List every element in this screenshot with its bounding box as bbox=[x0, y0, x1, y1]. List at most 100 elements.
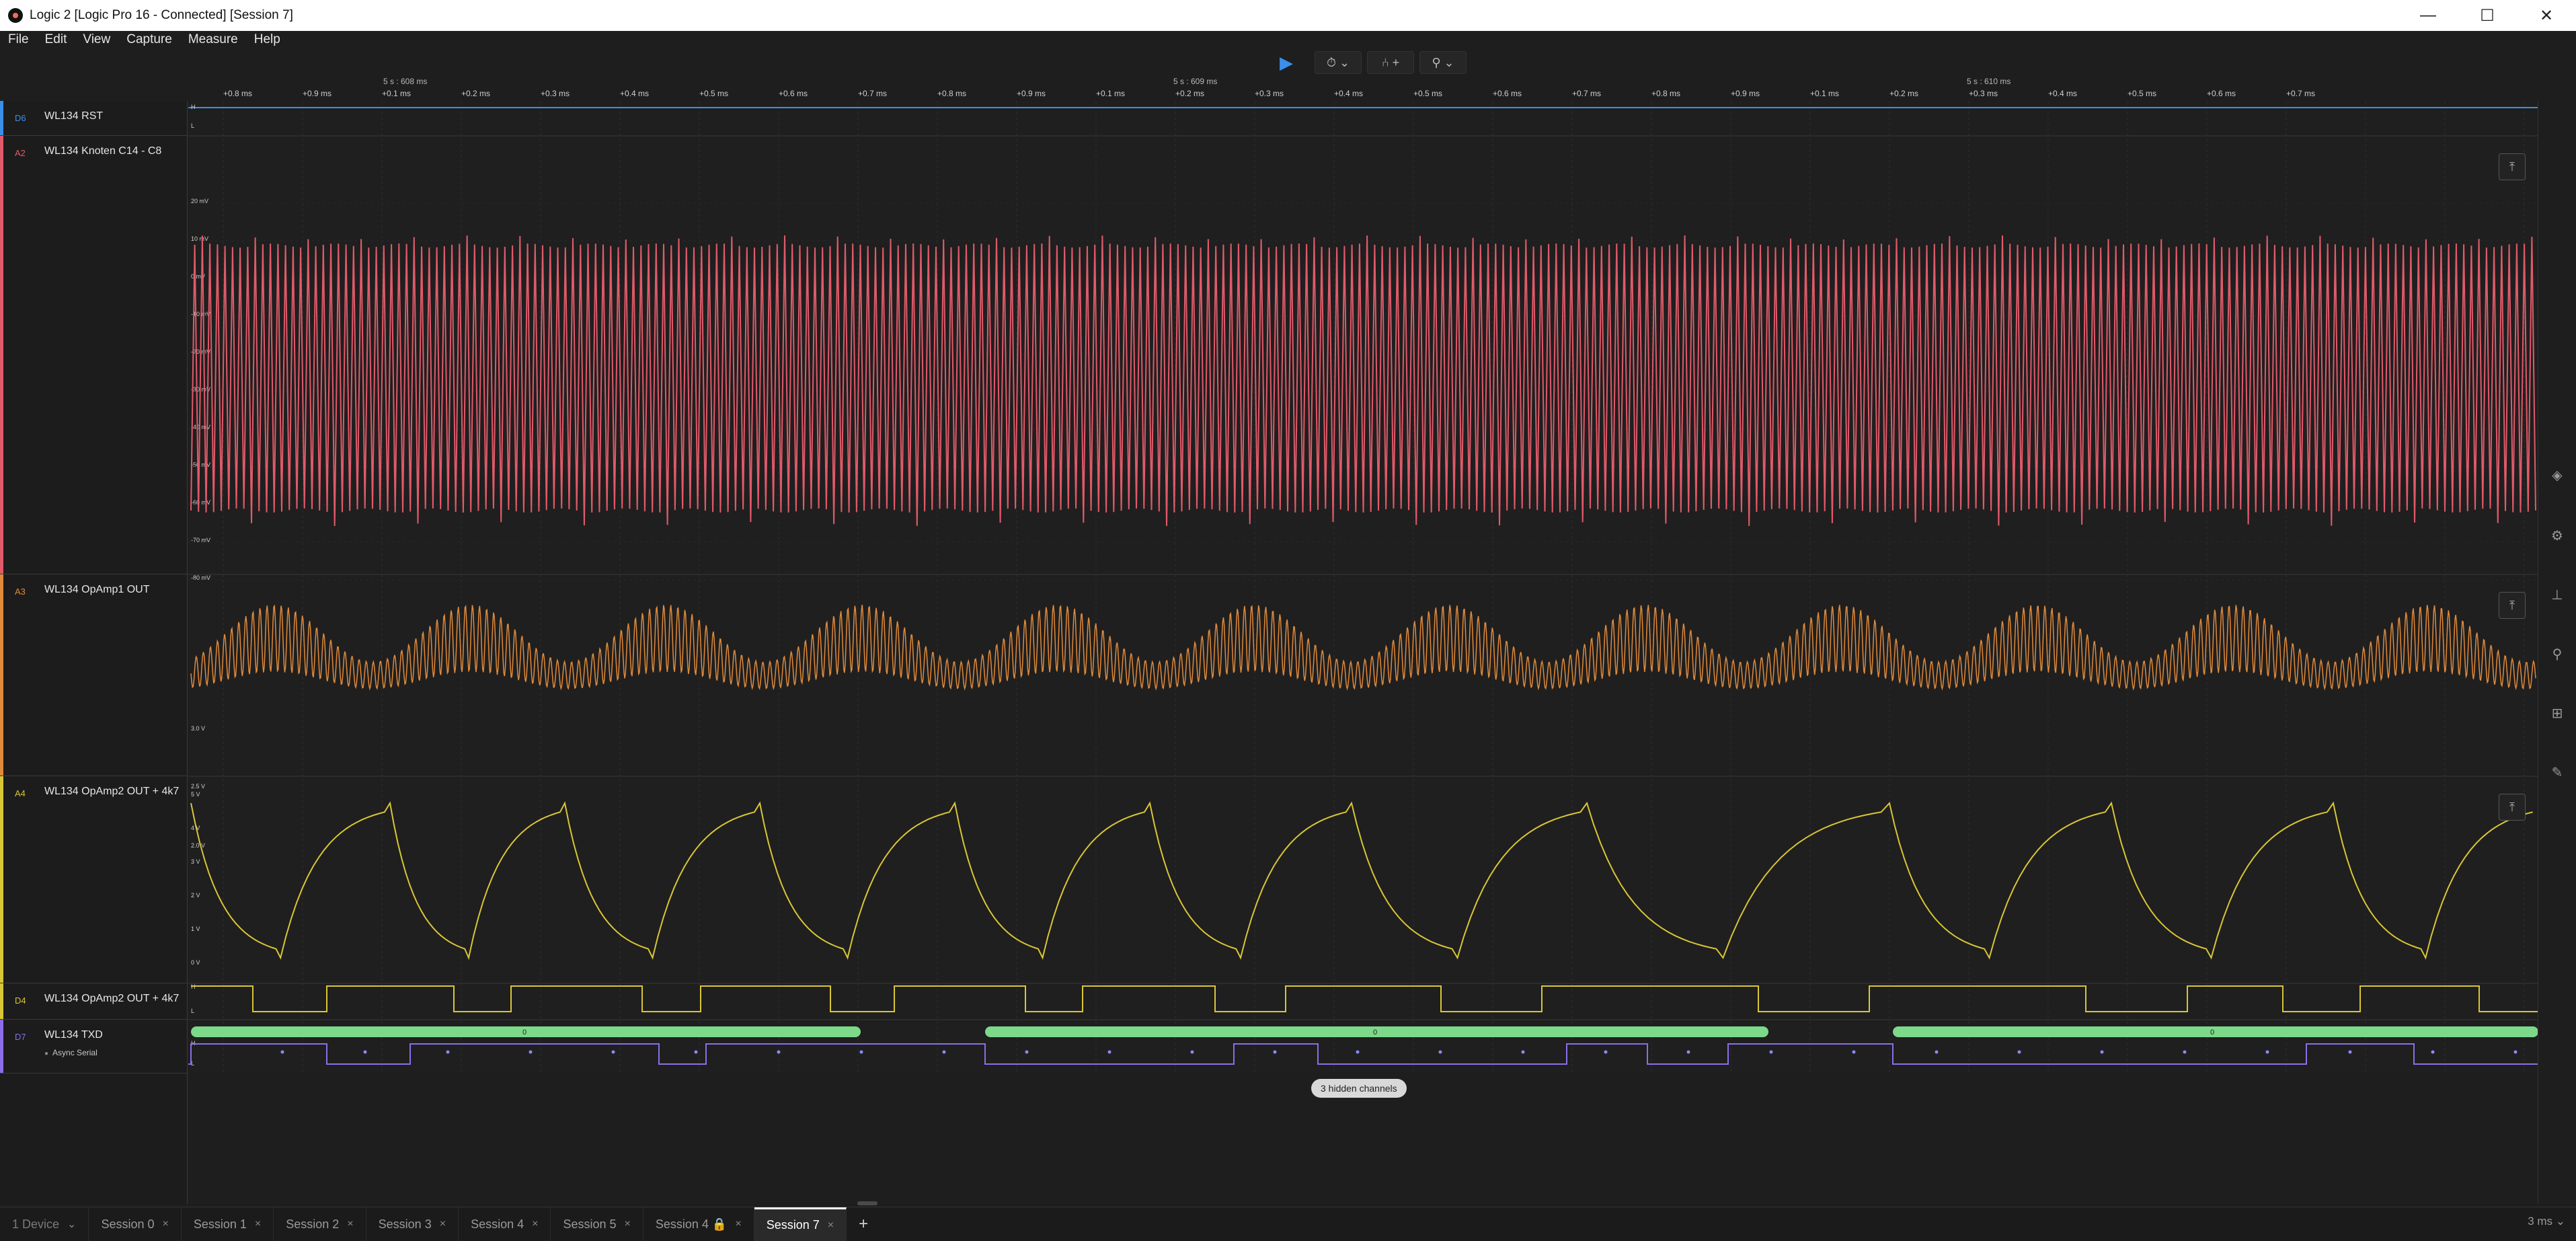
tab-session-3[interactable]: Session 3 × bbox=[366, 1207, 459, 1241]
close-icon[interactable]: × bbox=[828, 1219, 834, 1232]
channel-name[interactable]: WL134 OpAmp2 OUT + 4k7 bbox=[44, 993, 179, 1005]
axis-tick-label: 2.5 V bbox=[191, 783, 205, 790]
time-ruler[interactable]: +0.8 ms +0.9 ms +0.1 ms +0.2 ms +0.3 ms +0.4 … bbox=[188, 77, 2538, 101]
close-icon[interactable]: × bbox=[347, 1218, 353, 1230]
close-icon[interactable]: × bbox=[625, 1218, 631, 1230]
axis-tick-label: 2.0 V bbox=[191, 842, 205, 849]
axis-tick-label: 5 V bbox=[191, 791, 200, 798]
ruler-tick-label: +0.3 ms bbox=[1255, 89, 1284, 98]
tab-session-5[interactable]: Session 5 × bbox=[551, 1207, 643, 1241]
maximize-button[interactable]: ☐ bbox=[2458, 0, 2517, 31]
bit-marker bbox=[1604, 1050, 1608, 1054]
menu-help[interactable]: Help bbox=[246, 32, 288, 47]
timing-marker-icon[interactable]: ⊥ bbox=[2546, 584, 2568, 605]
close-icon[interactable]: × bbox=[735, 1218, 741, 1230]
channel-list: D6 WL134 RST A2 WL134 Knoten C14 - C8 A3… bbox=[0, 101, 188, 1204]
a4-trace bbox=[190, 801, 2533, 961]
tab-label: Session 2 bbox=[286, 1217, 340, 1231]
marker-pin-icon[interactable]: ⚲ bbox=[2546, 643, 2568, 665]
trigger-button[interactable]: ⑃ + bbox=[1367, 51, 1414, 74]
close-icon[interactable]: × bbox=[532, 1218, 538, 1230]
channel-id: A3 bbox=[15, 587, 26, 597]
timer-button[interactable]: ⏱ ⌄ bbox=[1315, 51, 1362, 74]
bit-marker bbox=[2348, 1050, 2352, 1054]
analyzers-icon[interactable]: ⊞ bbox=[2546, 702, 2568, 724]
bit-marker bbox=[1769, 1050, 1773, 1054]
bit-marker bbox=[1190, 1050, 1194, 1054]
tab-session-4[interactable]: Session 4 × bbox=[459, 1207, 551, 1241]
layers-icon[interactable]: ◈ bbox=[2546, 464, 2568, 486]
ruler-tick-label: +0.7 ms bbox=[2286, 89, 2316, 98]
fit-a4-icon[interactable]: ⤒ bbox=[2499, 794, 2526, 821]
channel-row-d4[interactable]: D4 WL134 OpAmp2 OUT + 4k7 bbox=[0, 983, 187, 1020]
close-icon[interactable]: × bbox=[163, 1218, 169, 1230]
ruler-major-label: 5 s : 608 ms bbox=[383, 77, 428, 86]
bit-marker bbox=[1935, 1050, 1939, 1054]
minimize-button[interactable]: — bbox=[2398, 0, 2458, 31]
tab-session-7[interactable]: Session 7 × bbox=[754, 1207, 847, 1241]
marker-button[interactable]: ⚲ ⌄ bbox=[1419, 51, 1467, 74]
zoom-readout[interactable]: 3 ms ⌄ bbox=[2528, 1215, 2565, 1228]
bit-marker bbox=[859, 1050, 863, 1054]
settings-icon[interactable]: ⚙ bbox=[2546, 525, 2568, 546]
analyzer-label[interactable]: Async Serial bbox=[44, 1048, 97, 1057]
app-logo-icon bbox=[8, 8, 23, 23]
channel-row-a4[interactable]: A4 WL134 OpAmp2 OUT + 4k7 bbox=[0, 776, 187, 983]
channel-id: A2 bbox=[15, 148, 26, 158]
fit-a3-icon[interactable]: ⤒ bbox=[2499, 592, 2526, 619]
ruler-tick-label: +0.2 ms bbox=[1889, 89, 1919, 98]
menu-measure[interactable]: Measure bbox=[180, 32, 246, 47]
start-capture-button[interactable]: ▶ bbox=[1263, 52, 1309, 73]
notes-icon[interactable]: ✎ bbox=[2546, 761, 2568, 783]
bit-marker bbox=[2513, 1050, 2518, 1054]
fit-a2-icon[interactable]: ⤒ bbox=[2499, 153, 2526, 180]
channel-id: D7 bbox=[15, 1032, 26, 1042]
ruler-tick-label: +0.5 ms bbox=[1413, 89, 1443, 98]
channel-name[interactable]: WL134 Knoten C14 - C8 bbox=[44, 145, 161, 157]
title-bar: Logic 2 [Logic Pro 16 - Connected] [Sess… bbox=[0, 0, 2576, 31]
close-button[interactable]: ✕ bbox=[2517, 0, 2576, 31]
ruler-tick-label: +0.4 ms bbox=[2048, 89, 2078, 98]
menu-file[interactable]: File bbox=[0, 32, 37, 47]
close-icon[interactable]: × bbox=[255, 1218, 261, 1230]
axis-tick-label: 2 V bbox=[191, 892, 200, 899]
menu-capture[interactable]: Capture bbox=[118, 32, 180, 47]
serial-frame bbox=[1893, 1026, 2538, 1037]
bit-marker bbox=[694, 1050, 698, 1054]
ruler-tick-label: +0.3 ms bbox=[541, 89, 570, 98]
channel-row-d6[interactable]: D6 WL134 RST bbox=[0, 101, 187, 136]
channel-name[interactable]: WL134 OpAmp2 OUT + 4k7 bbox=[44, 786, 179, 798]
channel-row-a3[interactable]: A3 WL134 OpAmp1 OUT bbox=[0, 574, 187, 776]
chevron-down-icon[interactable]: ⌄ bbox=[67, 1217, 76, 1231]
tab-session-2[interactable]: Session 2 × bbox=[274, 1207, 366, 1241]
ruler-tick-label: +0.4 ms bbox=[1334, 89, 1364, 98]
tab-label: Session 4 🔒 bbox=[655, 1217, 728, 1231]
channel-name[interactable]: WL134 TXD bbox=[44, 1029, 103, 1041]
channel-color-bar bbox=[0, 574, 3, 776]
axis-tick-label: 3 V bbox=[191, 858, 200, 865]
tab-device[interactable]: 1 Device ⌄ bbox=[0, 1207, 89, 1241]
horizontal-scrollbar[interactable] bbox=[857, 1201, 877, 1205]
waveform-canvas[interactable]: HL20 mV10 mV0 mV-10 mV-20 mV-30 mV-40 mV… bbox=[188, 101, 2539, 1074]
a3-trace bbox=[190, 604, 2536, 691]
bit-marker bbox=[777, 1050, 781, 1054]
serial-frame-value: 0 bbox=[1373, 1028, 1377, 1037]
tab-session-1[interactable]: Session 1 × bbox=[182, 1207, 274, 1241]
waveform-view[interactable]: H L 20 mV 10 mV 0 mV -10 mV -20 mV -30 mV -40 mV… bbox=[188, 101, 2539, 1074]
bit-marker bbox=[446, 1050, 450, 1054]
bit-marker bbox=[1438, 1050, 1442, 1054]
close-icon[interactable]: × bbox=[440, 1218, 446, 1230]
channel-name[interactable]: WL134 OpAmp1 OUT bbox=[44, 584, 150, 596]
ruler-tick-label: +0.6 ms bbox=[1493, 89, 1522, 98]
tab-session-0[interactable]: Session 0 × bbox=[89, 1207, 182, 1241]
channel-name[interactable]: WL134 RST bbox=[44, 110, 103, 122]
channel-color-bar bbox=[0, 136, 3, 574]
bit-marker bbox=[2431, 1050, 2435, 1054]
add-tab-button[interactable]: + bbox=[847, 1215, 880, 1234]
hidden-channels-button[interactable]: 3 hidden channels bbox=[1311, 1079, 1407, 1098]
channel-row-a2[interactable]: A2 WL134 Knoten C14 - C8 bbox=[0, 136, 187, 574]
menu-edit[interactable]: Edit bbox=[37, 32, 75, 47]
tab-session-4-locked[interactable]: Session 4 🔒 × bbox=[643, 1207, 754, 1241]
channel-row-d7[interactable]: D7 WL134 TXD Async Serial bbox=[0, 1020, 187, 1074]
menu-view[interactable]: View bbox=[75, 32, 118, 47]
